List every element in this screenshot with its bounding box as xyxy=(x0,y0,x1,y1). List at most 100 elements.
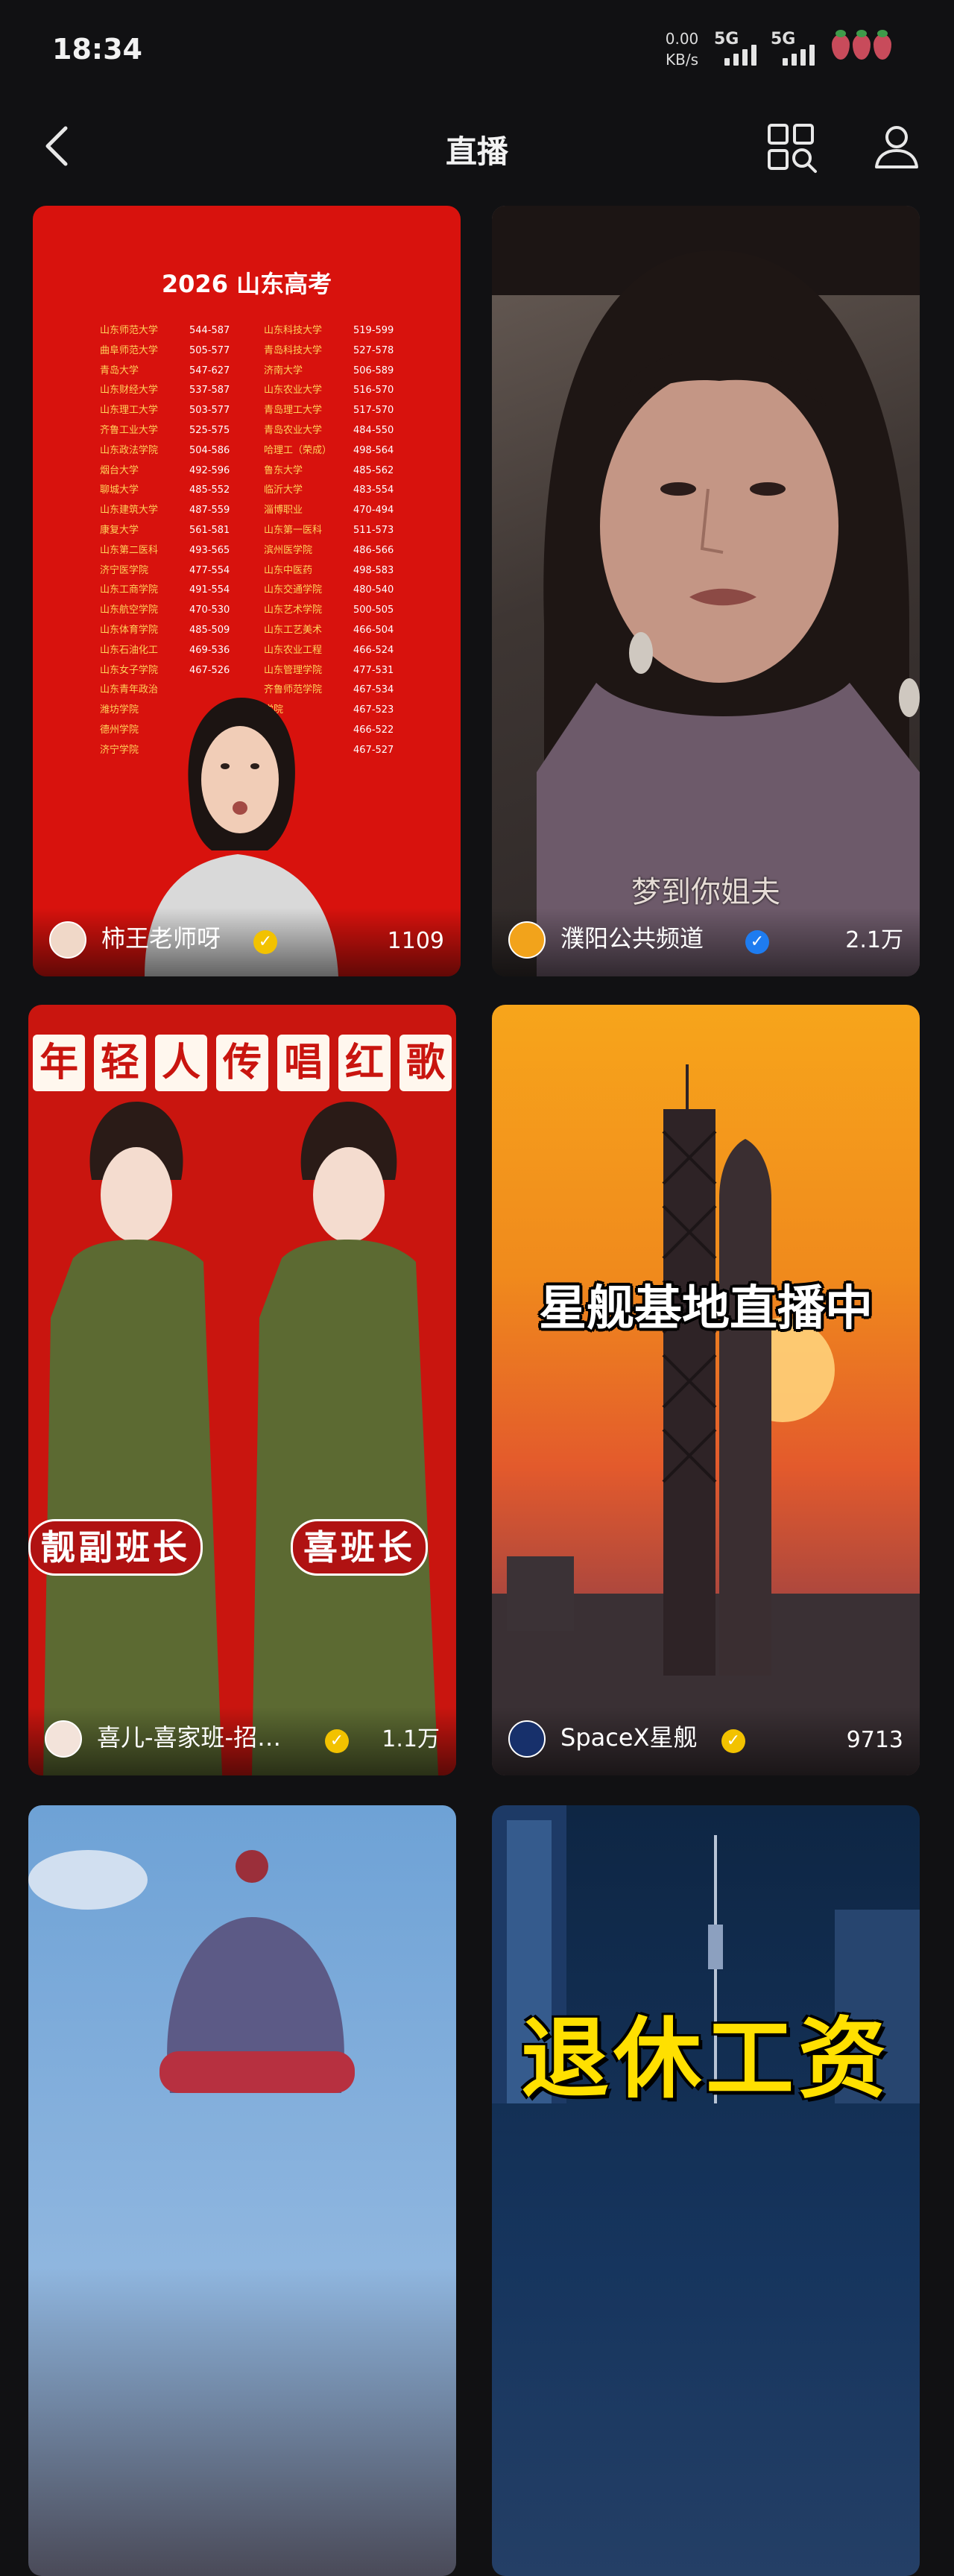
strawberry-icon xyxy=(853,30,871,60)
score-range: 504-586 xyxy=(189,444,230,456)
viewer-count: 9713 xyxy=(846,1727,903,1753)
creator-avatar[interactable] xyxy=(45,1720,82,1758)
school-name: 山东师范大学 xyxy=(100,325,159,336)
score-range: 498-564 xyxy=(353,444,394,456)
hat-figure-image xyxy=(28,1850,355,2093)
school-name: 临沂大学 xyxy=(264,484,303,496)
score-range: 500-505 xyxy=(353,604,394,616)
user-profile-icon[interactable] xyxy=(872,122,921,171)
verified-badge-icon: ✓ xyxy=(745,930,769,954)
score-range: 467-534 xyxy=(353,684,394,696)
strawberry-icon xyxy=(874,30,891,60)
school-name: 山东艺术学院 xyxy=(264,604,323,616)
school-name: 山东航空学院 xyxy=(100,604,159,616)
score-range: 470-530 xyxy=(189,604,230,616)
school-name: 聊城大学 xyxy=(100,484,139,496)
score-row: 青岛大学 547-627 济南大学 506-589 xyxy=(100,362,428,382)
opera-performer-image xyxy=(492,206,920,976)
school-name: 山东第二医科 xyxy=(100,544,159,556)
singers-image xyxy=(43,1102,438,1775)
score-row: 山东财经大学 537-587 山东农业大学 516-570 xyxy=(100,381,428,401)
strawberry-icons xyxy=(832,30,891,60)
score-range: 485-552 xyxy=(189,484,230,496)
score-range: 517-570 xyxy=(353,405,394,417)
creator-avatar[interactable] xyxy=(49,921,86,959)
score-range: 469-536 xyxy=(189,644,230,656)
strawberry-icon xyxy=(832,30,850,60)
live-card-1[interactable]: 2026 山东高考 山东师范大学 544-587 山东科技大学 519-599 曲阜师范… xyxy=(33,206,461,976)
school-name: 鲁东大学 xyxy=(264,464,303,476)
score-range: 492-596 xyxy=(189,464,230,476)
score-row: 山东石油化工 469-536 山东农业工程 466-524 xyxy=(100,641,428,661)
score-range: 544-587 xyxy=(189,325,230,336)
category-grid-icon[interactable] xyxy=(766,122,818,174)
score-range: 484-550 xyxy=(353,424,394,436)
score-row: 山东师范大学 544-587 山东科技大学 519-599 xyxy=(100,321,428,341)
live-card-6[interactable]: 退休工资 xyxy=(492,1805,920,2576)
school-name: 山东农业工程 xyxy=(264,644,323,656)
creator-avatar[interactable] xyxy=(508,1720,546,1758)
live-card-2[interactable]: 梦到你姐夫 濮阳公共频道 ✓ 2.1万 xyxy=(492,206,920,976)
school-name: 淄博职业 xyxy=(264,505,303,517)
score-range: 470-494 xyxy=(353,505,394,517)
score-row: 烟台大学 492-596 鲁东大学 485-562 xyxy=(100,461,428,482)
creator-name[interactable]: 柿王老师呀 xyxy=(101,920,221,954)
score-range: 485-509 xyxy=(189,624,230,636)
score-range: 467-527 xyxy=(353,744,394,756)
score-range: 483-554 xyxy=(353,484,394,496)
school-name: 青岛科技大学 xyxy=(264,344,323,356)
headline-text: 退休工资 xyxy=(520,2007,891,2110)
score-range: 537-587 xyxy=(189,385,230,397)
school-name: 济宁医学院 xyxy=(100,564,149,576)
school-name: 滨州医学院 xyxy=(264,544,313,556)
launch-tower-image xyxy=(492,1064,920,1775)
score-range: 477-531 xyxy=(353,664,394,676)
school-name: 青岛农业大学 xyxy=(264,424,323,436)
score-range: 547-627 xyxy=(189,364,230,376)
score-row: 康复大学 561-581 山东第一医科 511-573 xyxy=(100,521,428,541)
school-name: 山东石油化工 xyxy=(100,644,159,656)
score-row: 山东理工大学 503-577 青岛理工大学 517-570 xyxy=(100,401,428,421)
score-row: 山东政法学院 504-586 哈理工（荣成） 498-564 xyxy=(100,441,428,461)
school-name: 山东工商学院 xyxy=(100,584,159,596)
verified-badge-icon: ✓ xyxy=(325,1729,349,1753)
score-row: 山东建筑大学 487-559 淄博职业 470-494 xyxy=(100,501,428,521)
score-range: 503-577 xyxy=(189,405,230,417)
score-range: 477-554 xyxy=(189,564,230,576)
school-name: 青岛大学 xyxy=(100,364,139,376)
score-range: 466-524 xyxy=(353,644,394,656)
school-name: 齐鲁工业大学 xyxy=(100,424,159,436)
score-range: 486-566 xyxy=(353,544,394,556)
score-range: 511-573 xyxy=(353,524,394,536)
signal-1-icon xyxy=(724,43,756,66)
creator-name[interactable]: 喜儿-喜家班-招… xyxy=(97,1719,281,1753)
score-range: 466-522 xyxy=(353,724,394,736)
back-arrow-icon[interactable] xyxy=(39,124,83,168)
verified-badge-icon: ✓ xyxy=(253,930,277,954)
viewer-count: 1109 xyxy=(387,928,444,954)
speed-value: 0.00 xyxy=(665,30,699,48)
score-range: 466-504 xyxy=(353,624,394,636)
creator-name[interactable]: 濮阳公共频道 xyxy=(560,920,704,954)
live-card-3[interactable]: 年 轻 人 传 唱 红 歌 靓副班长 喜班长 喜儿-喜家班-招… ✓ 1.1万 xyxy=(28,1005,456,1775)
creator-avatar[interactable] xyxy=(508,921,546,959)
role-tag-right: 喜班长 xyxy=(291,1519,428,1576)
school-name: 山东女子学院 xyxy=(100,664,159,676)
score-row: 山东体育学院 485-509 山东工艺美术 466-504 xyxy=(100,621,428,641)
school-name: 山东第一医科 xyxy=(264,524,323,536)
score-range: 527-578 xyxy=(353,344,394,356)
live-card-4[interactable]: 星舰基地直播中 SpaceX星舰 ✓ 9713 xyxy=(492,1005,920,1775)
school-name: 济南大学 xyxy=(264,364,303,376)
school-name: 山东交通学院 xyxy=(264,584,323,596)
school-name: 山东中医药 xyxy=(264,564,313,576)
verified-badge-icon: ✓ xyxy=(721,1729,745,1753)
score-range: 485-562 xyxy=(353,464,394,476)
school-name: 山东体育学院 xyxy=(100,624,159,636)
school-name: 山东农业大学 xyxy=(264,385,323,397)
viewer-count: 2.1万 xyxy=(845,927,903,953)
live-card-5[interactable] xyxy=(28,1805,456,2576)
creator-name[interactable]: SpaceX星舰 xyxy=(560,1719,697,1753)
score-range: 467-526 xyxy=(189,664,230,676)
score-row: 山东第二医科 493-565 滨州医学院 486-566 xyxy=(100,541,428,561)
score-range: 480-540 xyxy=(353,584,394,596)
